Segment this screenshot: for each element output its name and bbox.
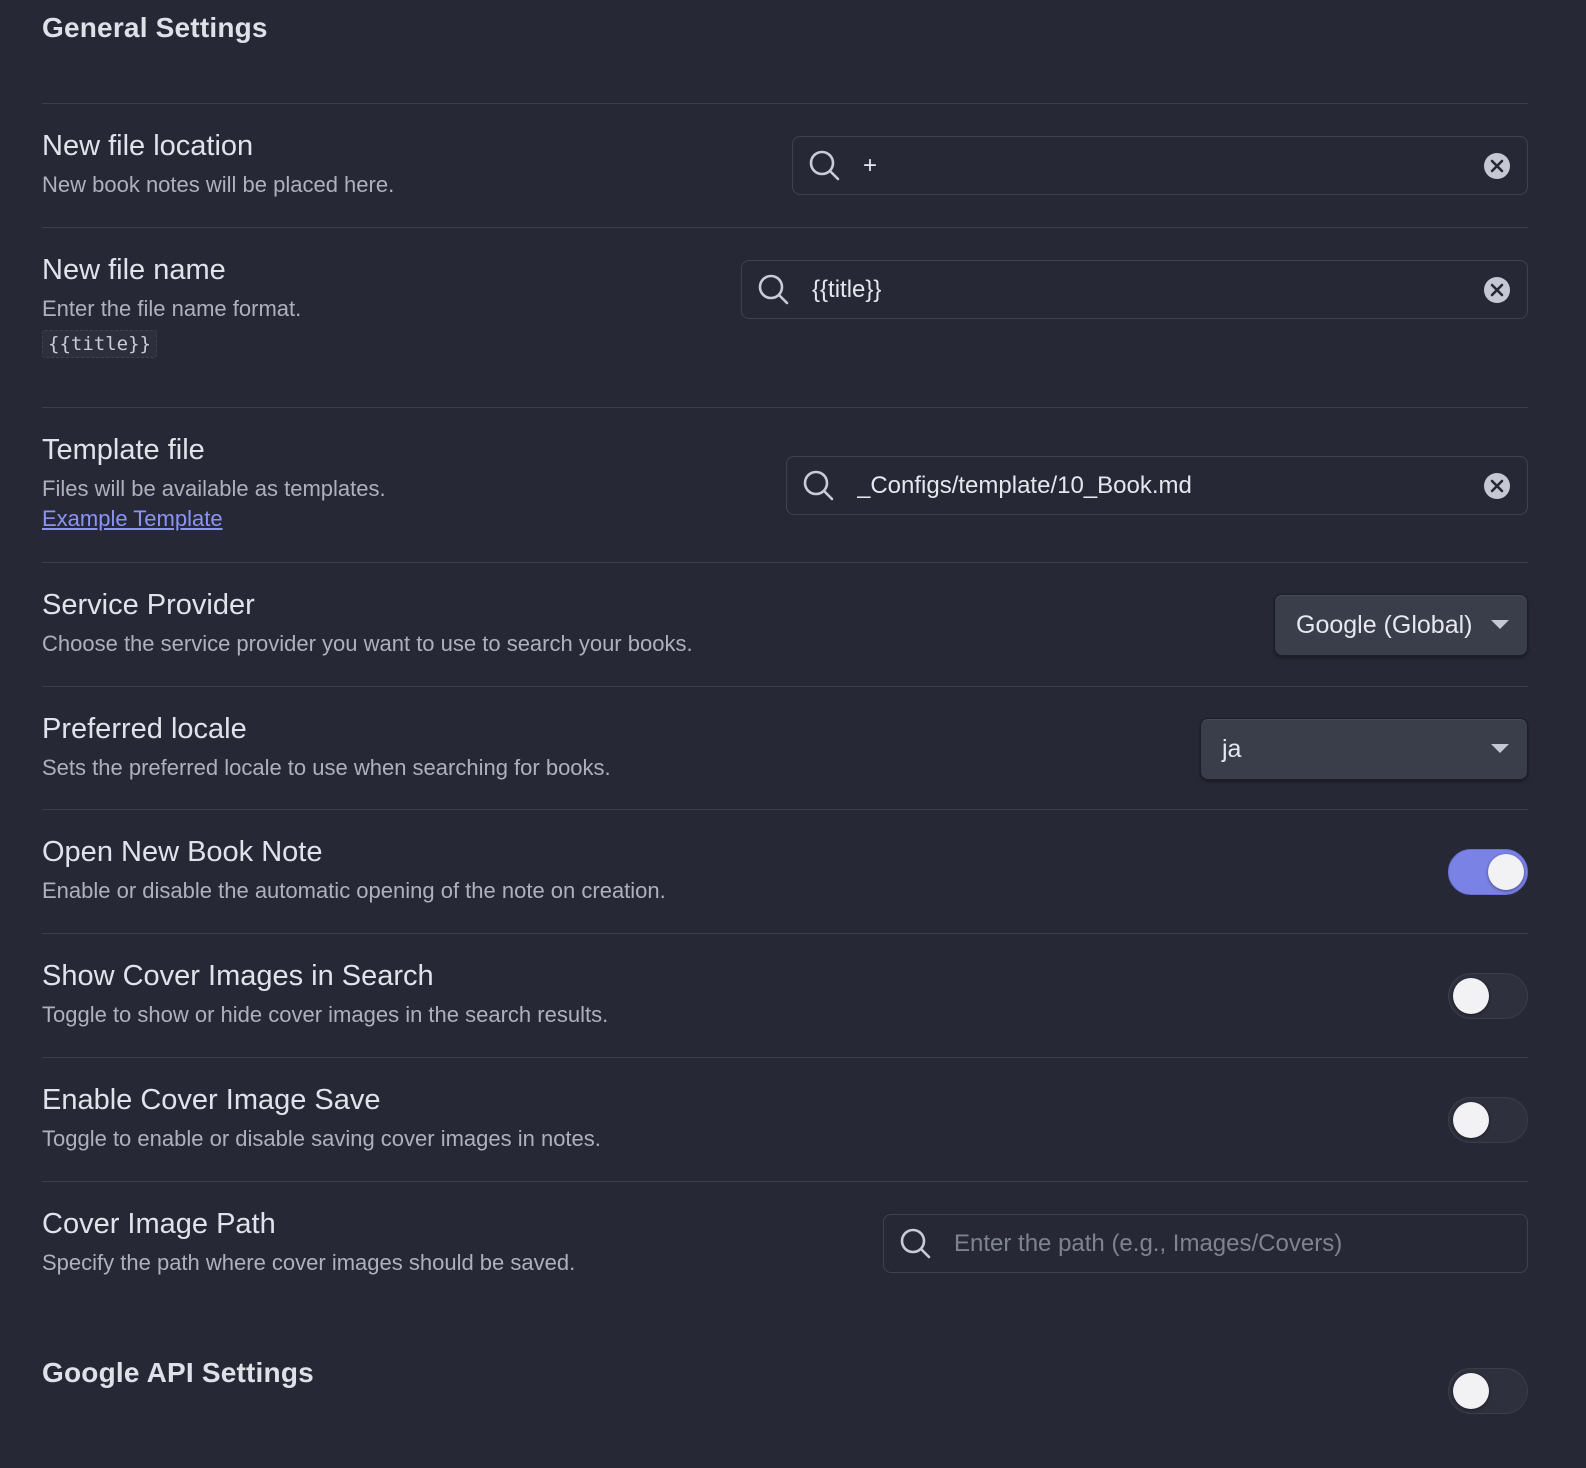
chevron-down-icon [1491,744,1509,753]
cover-path-input[interactable] [883,1214,1528,1273]
file-name-value[interactable] [810,274,1483,305]
template-file-value[interactable] [855,470,1483,501]
setting-info: Open New Book Note Enable or disable the… [42,834,666,906]
setting-open-new-book-note: Open New Book Note Enable or disable the… [42,809,1528,933]
setting-description: Files will be available as templates. [42,476,386,501]
setting-name: Template file [42,434,205,466]
search-icon [900,1228,931,1258]
setting-description: New book notes will be placed here. [42,172,395,197]
service-provider-dropdown[interactable]: Google (Global) [1274,594,1528,656]
preferred-locale-dropdown[interactable]: ja [1200,718,1528,780]
file-name-preview: {{title}} [42,330,157,358]
setting-info: Preferred locale Sets the preferred loca… [42,711,611,783]
clear-icon[interactable] [1483,276,1511,304]
setting-info: Show Cover Images in Search Toggle to sh… [42,958,608,1030]
setting-description: Enable or disable the automatic opening … [42,878,666,903]
setting-description: Toggle to show or hide cover images in t… [42,1002,609,1027]
chevron-down-icon [1491,620,1509,629]
search-icon [758,274,789,304]
search-icon [803,470,834,500]
google-api-settings-heading: Google API Settings [42,1357,314,1388]
file-location-value[interactable] [861,150,1483,181]
setting-cover-image-path: Cover Image Path Specify the path where … [42,1181,1528,1311]
setting-preferred-locale: Preferred locale Sets the preferred loca… [42,686,1528,809]
setting-info: Service Provider Choose the service prov… [42,587,693,659]
setting-description: Enter the file name format. [42,296,302,321]
show-cover-toggle[interactable] [1448,973,1528,1019]
dropdown-selected-value: ja [1222,734,1242,763]
toggle-knob [1453,1102,1489,1138]
setting-name: Open New Book Note [42,836,323,868]
example-template-link[interactable]: Example Template [42,506,223,532]
toggle-knob [1453,1373,1489,1409]
setting-name: Service Provider [42,589,255,621]
setting-service-provider: Service Provider Choose the service prov… [42,562,1528,686]
clear-icon[interactable] [1483,472,1511,500]
setting-name: Show Cover Images in Search [42,960,434,992]
general-settings-heading: General Settings [42,12,268,43]
toggle-knob [1453,978,1489,1014]
setting-enable-cover-save: Enable Cover Image Save Toggle to enable… [42,1057,1528,1181]
setting-description: Sets the preferred locale to use when se… [42,755,611,780]
dropdown-selected-value: Google (Global) [1296,610,1473,639]
setting-name: New file name [42,254,226,286]
setting-name: New file location [42,130,254,162]
setting-info: New file name Enter the file name format… [42,252,301,358]
setting-info: New file location New book notes will be… [42,128,394,200]
setting-template-file: Template file Files will be available as… [42,407,1528,562]
cover-save-toggle[interactable] [1448,1097,1528,1143]
cover-path-field[interactable] [952,1228,1527,1259]
setting-info: Enable Cover Image Save Toggle to enable… [42,1082,601,1154]
setting-description: Choose the service provider you want to … [42,631,693,656]
clear-icon[interactable] [1483,152,1511,180]
setting-info: Cover Image Path Specify the path where … [42,1206,575,1278]
settings-page: General Settings New file location New b… [0,0,1586,1468]
setting-description: Specify the path where cover images shou… [42,1250,576,1275]
search-icon [809,150,840,180]
file-name-input[interactable] [741,260,1528,319]
setting-name: Enable Cover Image Save [42,1084,381,1116]
setting-new-file-name: New file name Enter the file name format… [42,227,1528,407]
google-api-toggle[interactable] [1448,1368,1528,1414]
file-location-input[interactable] [792,136,1528,195]
setting-name: Cover Image Path [42,1208,276,1240]
open-new-note-toggle[interactable] [1448,849,1528,895]
setting-info: Template file Files will be available as… [42,432,386,532]
setting-name: Preferred locale [42,713,247,745]
template-file-input[interactable] [786,456,1528,515]
setting-description: Toggle to enable or disable saving cover… [42,1126,601,1151]
setting-new-file-location: New file location New book notes will be… [42,103,1528,227]
setting-show-cover-images: Show Cover Images in Search Toggle to sh… [42,933,1528,1057]
toggle-knob [1488,854,1524,890]
